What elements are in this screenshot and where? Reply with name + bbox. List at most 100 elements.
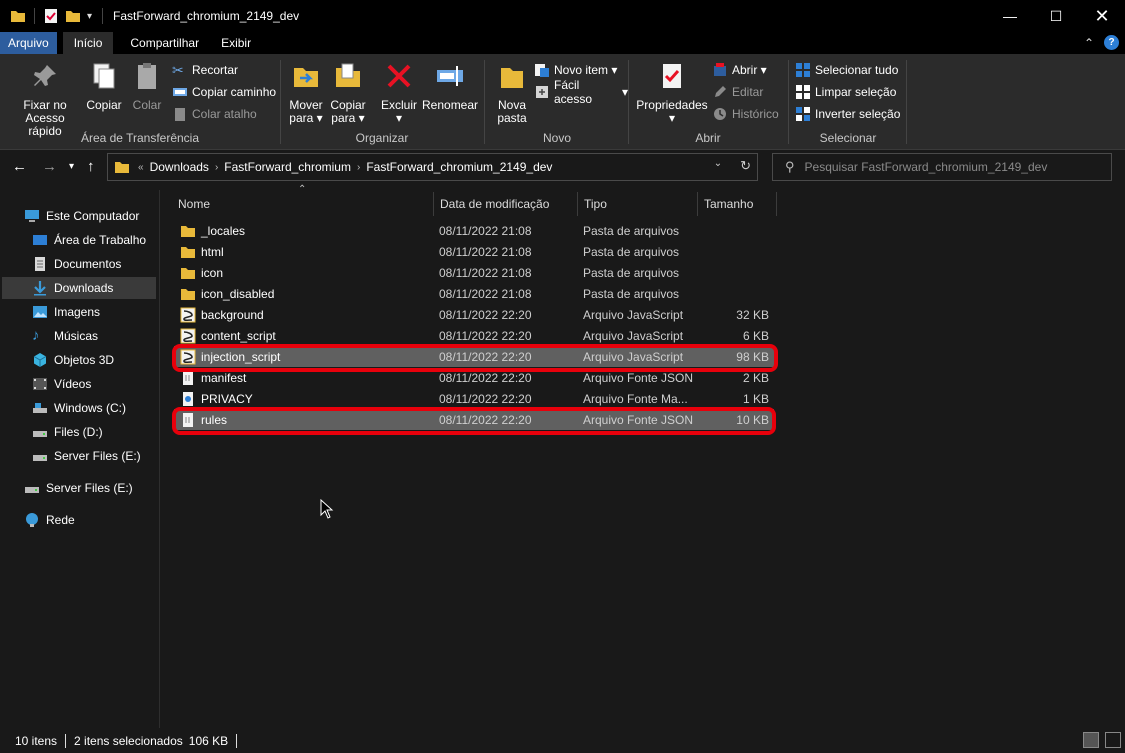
file-row[interactable]: PRIVACY 08/11/2022 22:20 Arquivo Fonte Ma.… [174,388,774,409]
file-size: 32 KB [736,307,769,322]
sidebar-item-files-d[interactable]: Files (D:) [32,421,158,443]
column-header-type[interactable]: Tipo [578,192,698,216]
sidebar-item-downloads[interactable]: Downloads [2,277,156,299]
sidebar-item-documents[interactable]: Documentos [32,253,158,275]
sidebar-item-this-pc[interactable]: Este Computador [24,205,158,227]
copy-to-button[interactable]: Copiar para ▾ [328,60,368,125]
file-row[interactable]: _locales 08/11/2022 21:08 Pasta de arquivo… [174,220,774,241]
up-arrow-icon[interactable]: ↑ [87,158,95,175]
breadcrumb-downloads[interactable]: Downloads [150,160,209,174]
breadcrumb-overflow[interactable]: « [138,162,144,173]
selection-count: 2 itens selecionados [74,733,183,748]
move-to-label-line2: para ▾ [289,111,323,125]
file-row[interactable]: icon_disabled 08/11/2022 21:08 Pasta de ar… [174,283,774,304]
delete-dropdown-icon[interactable]: ▾ [378,112,420,125]
tab-home[interactable]: Início [62,32,114,54]
edit-button[interactable]: Editar [712,83,763,101]
paste-button[interactable]: Colar [128,60,166,112]
folder-icon [180,286,196,302]
back-arrow-icon[interactable]: ← [12,158,27,175]
tab-view[interactable]: Exibir [210,32,262,54]
file-name: manifest [201,370,247,385]
selection-size: 106 KB [188,733,229,748]
tab-share[interactable]: Compartilhar [119,32,210,54]
properties-button[interactable]: Propriedades ▾ [636,60,708,125]
refresh-icon[interactable]: ↻ [740,158,751,174]
file-name: icon [201,265,224,280]
recent-locations-icon[interactable]: ▾ [69,161,74,172]
maximize-button[interactable]: ☐ [1033,0,1079,32]
sidebar-item-pictures[interactable]: Imagens [32,301,158,323]
properties-dropdown-icon[interactable]: ▾ [636,112,708,125]
minimize-button[interactable]: — [987,0,1033,32]
highlight-ring [172,407,776,435]
file-row[interactable]: content_script 08/11/2022 22:20 Arquivo Ja… [174,325,774,346]
file-size: 2 KB [742,370,769,385]
file-size: 6 KB [742,328,769,343]
sidebar-item-windows-c[interactable]: Windows (C:) [32,397,158,419]
column-header-date[interactable]: Data de modificação [434,192,578,216]
select-all-button[interactable]: Selecionar tudo [795,61,898,79]
forward-arrow-icon[interactable]: → [42,158,57,175]
sidebar-item-server-files-e-root[interactable]: Server Files (E:) [24,477,158,499]
column-header-size[interactable]: Tamanho [698,192,777,216]
sidebar-item-server-files-e[interactable]: Server Files (E:) [32,445,158,467]
customize-qat-icon[interactable]: ▾ [87,11,92,22]
breadcrumb-fastforward-chromium[interactable]: FastForward_chromium [224,160,351,174]
file-name: PRIVACY [201,391,253,406]
file-name: background [201,307,264,322]
details-view-icon[interactable] [1083,732,1099,748]
file-name-cell: html [180,244,224,260]
pin-quick-access-button[interactable]: Fixar no Acesso rápido [8,60,82,138]
new-folder-button[interactable]: Nova pasta [490,60,534,125]
move-to-button[interactable]: Mover para ▾ [286,60,326,125]
file-row[interactable]: background 08/11/2022 22:20 Arquivo JavaSc… [174,304,774,325]
tab-file[interactable]: Arquivo [0,32,57,54]
new-item-button[interactable]: Novo item ▾ [534,61,617,79]
breadcrumb-current-folder[interactable]: FastForward_chromium_2149_dev [366,160,552,174]
sidebar-item-network[interactable]: Rede [24,509,158,531]
move-to-icon [294,68,318,87]
copy-icon [93,63,115,89]
invert-selection-button[interactable]: Inverter seleção [795,105,900,123]
close-button[interactable]: ✕ [1079,0,1125,32]
easy-access-button[interactable]: Fácil acesso ▾ [534,78,628,106]
search-box[interactable]: ⚲ Pesquisar FastForward_chromium_2149_de… [772,153,1112,181]
collapse-ribbon-icon[interactable]: ⌃ [1084,36,1094,50]
copy-to-icon [336,63,360,87]
paste-shortcut-button[interactable]: Colar atalho [172,105,257,123]
sidebar-item-3d-objects[interactable]: Objetos 3D [32,349,158,371]
file-row[interactable]: icon 08/11/2022 21:08 Pasta de arquivos [174,262,774,283]
ribbon-tabs: Arquivo Início Compartilhar Exibir ⌃ ? [0,32,1125,54]
drive-c-icon [33,403,47,413]
file-name-cell: icon_disabled [180,286,274,302]
cut-button[interactable]: ✂ Recortar [172,61,238,79]
organize-group-label: Organizar [355,131,409,145]
chevron-right-icon[interactable]: › [215,162,218,173]
new-group: Nova pasta Novo item ▾ Fácil acesso ▾ No… [486,54,628,150]
rename-button[interactable]: Renomear [422,60,478,112]
scissors-icon: ✂ [172,62,184,78]
help-icon[interactable]: ? [1104,35,1119,50]
copy-button[interactable]: Copiar [84,60,124,112]
column-header-name[interactable]: Nome [172,192,434,216]
select-none-button[interactable]: Limpar seleção [795,83,896,101]
file-row[interactable]: html 08/11/2022 21:08 Pasta de arquivos [174,241,774,262]
search-placeholder: Pesquisar FastForward_chromium_2149_dev [804,160,1048,174]
copy-path-button[interactable]: Copiar caminho [172,83,276,101]
sidebar-item-videos[interactable]: Vídeos [32,373,158,395]
paste-icon [138,63,156,89]
sidebar-item-desktop[interactable]: Área de Trabalho [32,229,158,251]
copy-path-label: Copiar caminho [192,85,277,99]
sidebar-item-music[interactable]: ♪ Músicas [32,325,158,347]
large-icons-view-icon[interactable] [1105,732,1121,748]
history-button[interactable]: Histórico [712,105,779,123]
open-button[interactable]: Abrir ▾ [712,61,767,79]
music-icon: ♪ [32,327,40,344]
chevron-right-icon[interactable]: › [357,162,360,173]
delete-button[interactable]: Excluir ▾ [378,60,420,125]
address-bar[interactable]: « Downloads › FastForward_chromium › Fas… [107,153,758,181]
properties-icon[interactable] [43,8,59,24]
new-folder-icon[interactable] [65,8,81,24]
address-dropdown-icon[interactable]: ⌄ [714,158,722,174]
